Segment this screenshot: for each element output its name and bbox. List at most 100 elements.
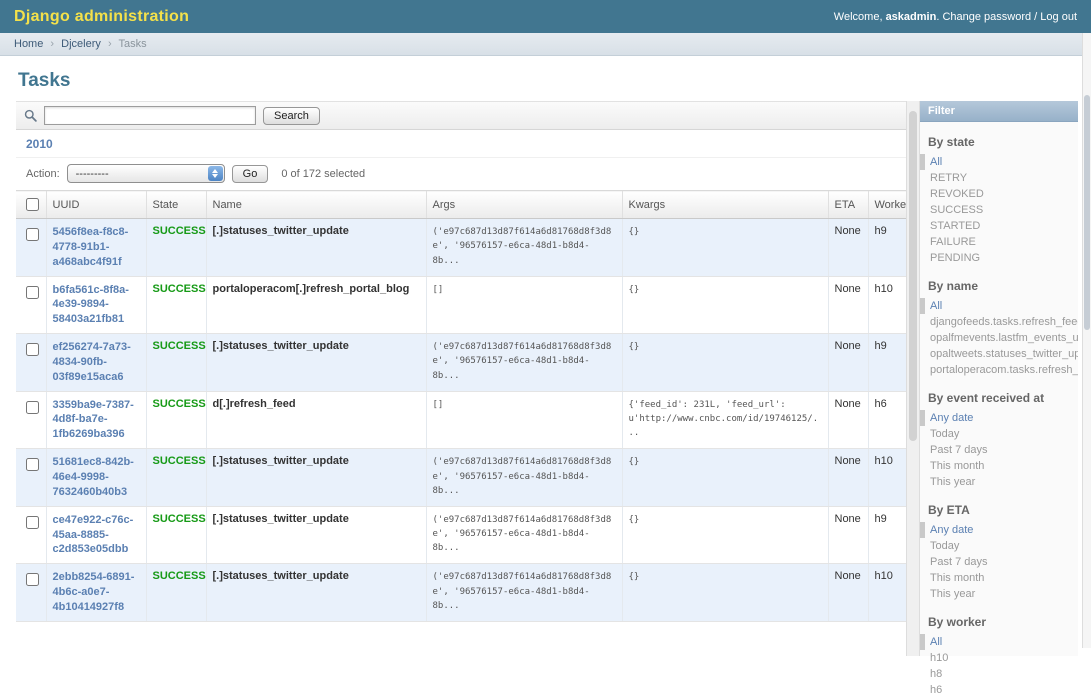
uuid-cell: 51681ec8-842b-46e4-9998-7632460b40b3	[46, 449, 146, 507]
filter-option[interactable]: All	[920, 154, 1078, 170]
task-worker: h10	[868, 449, 906, 507]
filter-option[interactable]: REVOKED	[920, 186, 1078, 202]
row-checkbox-cell	[16, 276, 46, 334]
row-checkbox[interactable]	[26, 401, 39, 414]
row-checkbox[interactable]	[26, 573, 39, 586]
filter-option[interactable]: Past 7 days	[920, 442, 1078, 458]
select-all-checkbox[interactable]	[26, 198, 39, 211]
action-go-button[interactable]: Go	[232, 165, 269, 183]
filter-option[interactable]: This month	[920, 458, 1078, 474]
uuid-link[interactable]: b6fa561c-8f8a-4e39-9894-58403a21fb81	[53, 283, 135, 328]
uuid-link[interactable]: ef256274-7a73-4834-90fb-03f89e15aca6	[53, 340, 135, 385]
filter-sections: By stateAllRETRYREVOKEDSUCCESSSTARTEDFAI…	[920, 135, 1078, 698]
state-cell: SUCCESS	[146, 276, 206, 334]
task-args: ('e97c687d13d87f614a6d81768d8f3d8e', '96…	[426, 334, 622, 392]
username: askadmin	[886, 11, 937, 23]
page-title: Tasks	[18, 70, 1091, 92]
filter-option[interactable]: djangofeeds.tasks.refresh_feed	[920, 314, 1078, 330]
uuid-link[interactable]: 5456f8ea-f8c8-4778-91b1-a468abc4f91f	[53, 225, 135, 270]
filter-option[interactable]: RETRY	[920, 170, 1078, 186]
logout-link[interactable]: Log out	[1040, 11, 1077, 23]
filter-option[interactable]: Past 7 days	[920, 554, 1078, 570]
filter-option[interactable]: This year	[920, 474, 1078, 490]
filter-section-title: By ETA	[928, 503, 1070, 517]
table-scrollbar[interactable]	[906, 101, 920, 656]
row-checkbox[interactable]	[26, 228, 39, 241]
task-kwargs: {}	[622, 506, 828, 564]
task-name: d[.]refresh_feed	[206, 391, 426, 449]
state-cell: SUCCESS	[146, 219, 206, 277]
filter-panel: Filter By stateAllRETRYREVOKEDSUCCESSSTA…	[920, 101, 1078, 656]
user-tools: Welcome, askadmin. Change password / Log…	[834, 11, 1077, 23]
filter-option[interactable]: h10	[920, 650, 1078, 666]
search-input[interactable]	[44, 106, 256, 125]
search-icon	[24, 109, 37, 122]
uuid-link[interactable]: ce47e922-c76c-45aa-8885-c2d853e05dbb	[53, 513, 135, 558]
page-scrollbar[interactable]	[1082, 33, 1091, 648]
task-worker: h6	[868, 391, 906, 449]
task-kwargs: {}	[622, 449, 828, 507]
task-name: [.]statuses_twitter_update	[206, 449, 426, 507]
table-header-row: UUIDStateNameArgsKwargsETAWorker	[16, 191, 906, 219]
action-select-value: ---------	[76, 168, 109, 180]
row-checkbox-cell	[16, 334, 46, 392]
task-table: UUIDStateNameArgsKwargsETAWorker 5456f8e…	[16, 190, 906, 622]
filter-option[interactable]: SUCCESS	[920, 202, 1078, 218]
task-name: [.]statuses_twitter_update	[206, 564, 426, 622]
filter-option[interactable]: All	[920, 298, 1078, 314]
filter-option[interactable]: STARTED	[920, 218, 1078, 234]
task-kwargs: {}	[622, 276, 828, 334]
filter-option[interactable]: h6	[920, 682, 1078, 698]
breadcrumb-djcelery[interactable]: Djcelery	[61, 38, 101, 50]
site-branding: Django administration	[14, 8, 189, 26]
task-kwargs: {'feed_id': 231L, 'feed_url': u'http://w…	[622, 391, 828, 449]
date-hierarchy-year-link[interactable]: 2010	[26, 137, 53, 151]
filter-option[interactable]: Any date	[920, 522, 1078, 538]
column-header-name[interactable]: Name	[206, 191, 426, 219]
filter-option[interactable]: FAILURE	[920, 234, 1078, 250]
filter-option[interactable]: Any date	[920, 410, 1078, 426]
table-scrollbar-thumb[interactable]	[909, 111, 917, 441]
task-eta: None	[828, 276, 868, 334]
breadcrumb: Home › Djcelery › Tasks	[0, 33, 1091, 56]
task-args: ('e97c687d13d87f614a6d81768d8f3d8e', '96…	[426, 219, 622, 277]
filter-options: Allh10h8h6	[920, 634, 1078, 698]
state-label: SUCCESS	[153, 340, 206, 352]
filter-option[interactable]: Today	[920, 538, 1078, 554]
column-header-eta[interactable]: ETA	[828, 191, 868, 219]
state-cell: SUCCESS	[146, 506, 206, 564]
filter-option[interactable]: opaltweets.statuses_twitter_update	[920, 346, 1078, 362]
breadcrumb-home[interactable]: Home	[14, 38, 43, 50]
uuid-link[interactable]: 2ebb8254-6891-4b6c-a0e7-4b10414927f8	[53, 570, 135, 615]
column-header-args[interactable]: Args	[426, 191, 622, 219]
selection-counter: 0 of 172 selected	[281, 168, 365, 180]
task-args: ('e97c687d13d87f614a6d81768d8f3d8e', '96…	[426, 449, 622, 507]
filter-title: Filter	[920, 101, 1078, 122]
filter-option[interactable]: portaloperacom.tasks.refresh_portal	[920, 362, 1078, 378]
filter-option[interactable]: This year	[920, 586, 1078, 602]
row-checkbox[interactable]	[26, 516, 39, 529]
filter-option[interactable]: h8	[920, 666, 1078, 682]
actions-bar: Action: --------- Go 0 of 172 selected	[16, 158, 906, 190]
search-button[interactable]: Search	[263, 107, 320, 125]
uuid-link[interactable]: 3359ba9e-7387-4d8f-ba7e-1fb6269ba396	[53, 398, 135, 443]
column-header-state[interactable]: State	[146, 191, 206, 219]
row-checkbox[interactable]	[26, 458, 39, 471]
column-header-worker[interactable]: Worker	[868, 191, 906, 219]
state-cell: SUCCESS	[146, 334, 206, 392]
filter-option[interactable]: This month	[920, 570, 1078, 586]
action-select[interactable]: ---------	[67, 164, 225, 183]
column-header-kwargs[interactable]: Kwargs	[622, 191, 828, 219]
row-checkbox[interactable]	[26, 286, 39, 299]
filter-option[interactable]: Today	[920, 426, 1078, 442]
column-header-uuid[interactable]: UUID	[46, 191, 146, 219]
task-worker: h10	[868, 276, 906, 334]
change-password-link[interactable]: Change password	[942, 11, 1031, 23]
task-name: [.]statuses_twitter_update	[206, 334, 426, 392]
filter-option[interactable]: PENDING	[920, 250, 1078, 266]
filter-option[interactable]: opalfmevents.lastfm_events_update	[920, 330, 1078, 346]
task-eta: None	[828, 391, 868, 449]
page-scrollbar-thumb[interactable]	[1084, 95, 1090, 330]
uuid-link[interactable]: 51681ec8-842b-46e4-9998-7632460b40b3	[53, 455, 135, 500]
row-checkbox[interactable]	[26, 343, 39, 356]
